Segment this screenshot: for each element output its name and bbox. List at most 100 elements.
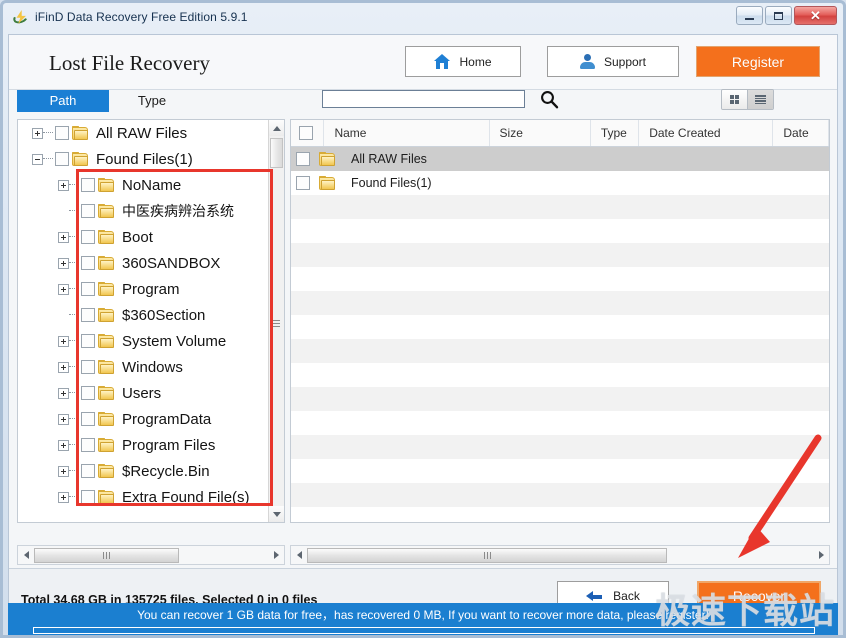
tree-item[interactable]: Extra Found File(s) <box>18 484 268 510</box>
tree-item-checkbox[interactable] <box>81 360 95 374</box>
folder-icon <box>98 308 115 322</box>
tree-hscroll-left-button[interactable] <box>18 546 34 564</box>
tree-item-checkbox[interactable] <box>81 334 95 348</box>
tree-vertical-scrollbar[interactable] <box>268 120 284 522</box>
row-checkbox[interactable] <box>296 152 310 166</box>
tree-item-checkbox[interactable] <box>81 438 95 452</box>
home-button[interactable]: Home <box>405 46 521 77</box>
tree-connector <box>69 184 79 186</box>
tree-hscroll-track[interactable] <box>179 548 268 563</box>
tree-item-checkbox[interactable] <box>81 204 95 218</box>
tree-item-checkbox[interactable] <box>81 308 95 322</box>
tree-item-label: Program Files <box>122 437 215 454</box>
tree-item[interactable]: Users <box>18 380 268 406</box>
expand-plus-icon[interactable] <box>58 388 69 399</box>
register-button[interactable]: Register <box>696 46 820 77</box>
tree-item-checkbox[interactable] <box>81 230 95 244</box>
tree-scroll-up-button[interactable] <box>269 120 284 136</box>
tree-item[interactable]: 360SANDBOX <box>18 250 268 276</box>
table-row[interactable]: Found Files(1) <box>291 171 829 195</box>
tree-item-checkbox[interactable] <box>81 178 95 192</box>
list-view-button[interactable] <box>747 90 773 109</box>
folder-tree[interactable]: All RAW FilesFound Files(1)NoName 中医疾病辨治系… <box>18 120 268 522</box>
table-row[interactable]: All RAW Files <box>291 147 829 171</box>
folder-icon <box>72 126 89 140</box>
tree-item-checkbox[interactable] <box>81 386 95 400</box>
expand-plus-icon[interactable] <box>58 440 69 451</box>
tree-item-label: Program <box>122 281 180 298</box>
tree-item[interactable]: Found Files(1) <box>18 146 268 172</box>
row-checkbox-cell <box>291 152 313 166</box>
list-hscroll-thumb[interactable] <box>307 548 667 563</box>
support-button[interactable]: Support <box>547 46 679 77</box>
row-checkbox[interactable] <box>296 176 310 190</box>
tree-item[interactable]: System Volume <box>18 328 268 354</box>
tree-item[interactable]: Program <box>18 276 268 302</box>
expand-plus-icon[interactable] <box>58 414 69 425</box>
select-all-checkbox[interactable] <box>299 126 313 140</box>
tree-item[interactable]: $Recycle.Bin <box>18 458 268 484</box>
collapse-minus-icon[interactable] <box>32 154 43 165</box>
grid-view-button[interactable] <box>722 90 747 109</box>
tree-item-checkbox[interactable] <box>81 412 95 426</box>
tree-item[interactable]: All RAW Files <box>18 120 268 146</box>
tree-item-checkbox[interactable] <box>81 490 95 504</box>
expand-plus-icon[interactable] <box>58 258 69 269</box>
tree-item-checkbox[interactable] <box>55 126 69 140</box>
page-title: Lost File Recovery <box>49 51 210 76</box>
tab-type[interactable]: Type <box>121 90 183 112</box>
tree-item[interactable]: Boot <box>18 224 268 250</box>
application-window: iFinD Data Recovery Free Edition 5.9.1 ✕… <box>0 0 846 638</box>
tree-item[interactable]: $360Section <box>18 302 268 328</box>
search-icon[interactable] <box>539 89 559 109</box>
expand-plus-icon[interactable] <box>58 232 69 243</box>
tree-scroll-thumb[interactable] <box>270 138 283 168</box>
tree-item-checkbox[interactable] <box>81 256 95 270</box>
column-header[interactable]: Type <box>591 120 639 146</box>
row-name: Found Files(1) <box>351 176 432 190</box>
column-header[interactable]: Name <box>324 120 489 146</box>
tree-scroll-down-button[interactable] <box>269 506 284 522</box>
file-list-body[interactable]: All RAW Files Found Files(1) <box>291 147 829 522</box>
tree-item[interactable]: Program Files <box>18 432 268 458</box>
expand-plus-icon[interactable] <box>58 180 69 191</box>
expand-plus-icon[interactable] <box>58 284 69 295</box>
minimize-button[interactable] <box>736 6 763 25</box>
maximize-icon <box>774 12 783 20</box>
tree-hscroll-thumb[interactable] <box>34 548 179 563</box>
folder-icon <box>98 490 115 504</box>
tree-item-label: 中医疾病辨治系统 <box>122 201 234 221</box>
tree-item-label: Boot <box>122 229 153 246</box>
expand-plus-icon[interactable] <box>58 336 69 347</box>
empty-row <box>291 291 829 315</box>
expand-plus-icon[interactable] <box>32 128 43 139</box>
tree-item[interactable]: NoName <box>18 172 268 198</box>
close-button[interactable]: ✕ <box>794 6 837 25</box>
maximize-button[interactable] <box>765 6 792 25</box>
tree-item-checkbox[interactable] <box>81 464 95 478</box>
list-hscroll-left-button[interactable] <box>291 546 307 564</box>
tree-hscroll-right-button[interactable] <box>268 546 284 564</box>
list-horizontal-scrollbar[interactable] <box>290 545 830 565</box>
list-hscroll-track[interactable] <box>667 548 813 563</box>
tree-item[interactable]: 中医疾病辨治系统 <box>18 198 268 224</box>
tab-path[interactable]: Path <box>17 90 109 112</box>
tree-connector <box>43 132 53 134</box>
expand-plus-icon[interactable] <box>58 492 69 503</box>
column-header[interactable]: Size <box>490 120 591 146</box>
list-hscroll-right-button[interactable] <box>813 546 829 564</box>
tree-item-checkbox[interactable] <box>81 282 95 296</box>
tree-item[interactable]: Windows <box>18 354 268 380</box>
tree-connector <box>69 210 79 212</box>
column-header[interactable]: Date <box>773 120 829 146</box>
search-input[interactable] <box>322 90 525 108</box>
tree-item[interactable]: ProgramData <box>18 406 268 432</box>
tree-horizontal-scrollbar[interactable] <box>17 545 285 565</box>
title-bar: iFinD Data Recovery Free Edition 5.9.1 ✕ <box>3 3 843 31</box>
tree-connector <box>69 262 79 264</box>
tree-item-checkbox[interactable] <box>55 152 69 166</box>
expand-plus-icon[interactable] <box>58 466 69 477</box>
expand-plus-icon[interactable] <box>58 362 69 373</box>
folder-icon <box>98 360 115 374</box>
column-header[interactable]: Date Created <box>639 120 773 146</box>
